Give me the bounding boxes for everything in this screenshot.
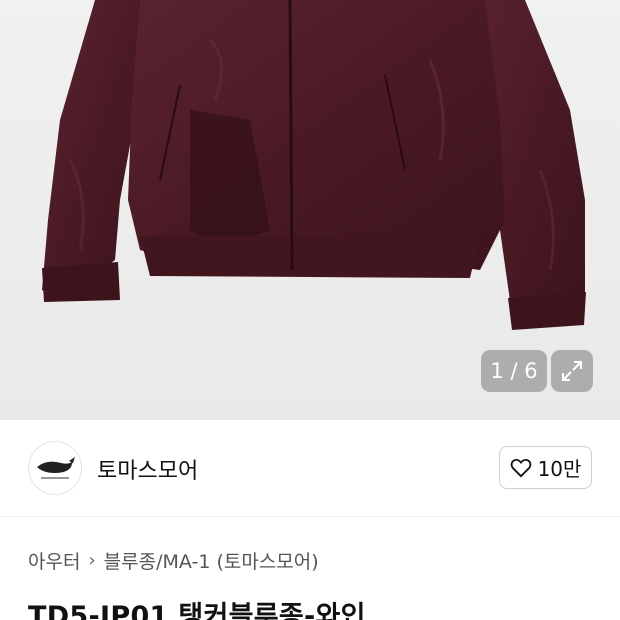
breadcrumb-subcategory[interactable]: 블루종/MA-1 (토마스모어)	[104, 547, 319, 574]
breadcrumb: 아우터 › 블루종/MA-1 (토마스모어)	[28, 547, 319, 574]
product-title: TD5-JP01 탱커블루종-와인	[28, 601, 366, 620]
like-count: 10만	[537, 457, 582, 481]
heart-outline-icon	[510, 458, 531, 477]
seller-row: 토마스모어 10만	[0, 420, 620, 517]
like-button[interactable]: 10만	[499, 446, 592, 489]
expand-button[interactable]	[551, 350, 593, 392]
image-counter: 1 / 6	[481, 350, 547, 392]
seller-avatar[interactable]	[28, 441, 82, 495]
expand-icon	[562, 361, 582, 381]
image-counter-text: 1 / 6	[490, 359, 538, 383]
seller-name[interactable]: 토마스모어	[97, 453, 198, 485]
chevron-right-icon: ›	[88, 550, 96, 571]
product-image-gallery[interactable]: 1 / 6	[0, 0, 620, 420]
breadcrumb-category[interactable]: 아우터	[28, 547, 80, 574]
whale-logo-icon	[37, 457, 75, 479]
